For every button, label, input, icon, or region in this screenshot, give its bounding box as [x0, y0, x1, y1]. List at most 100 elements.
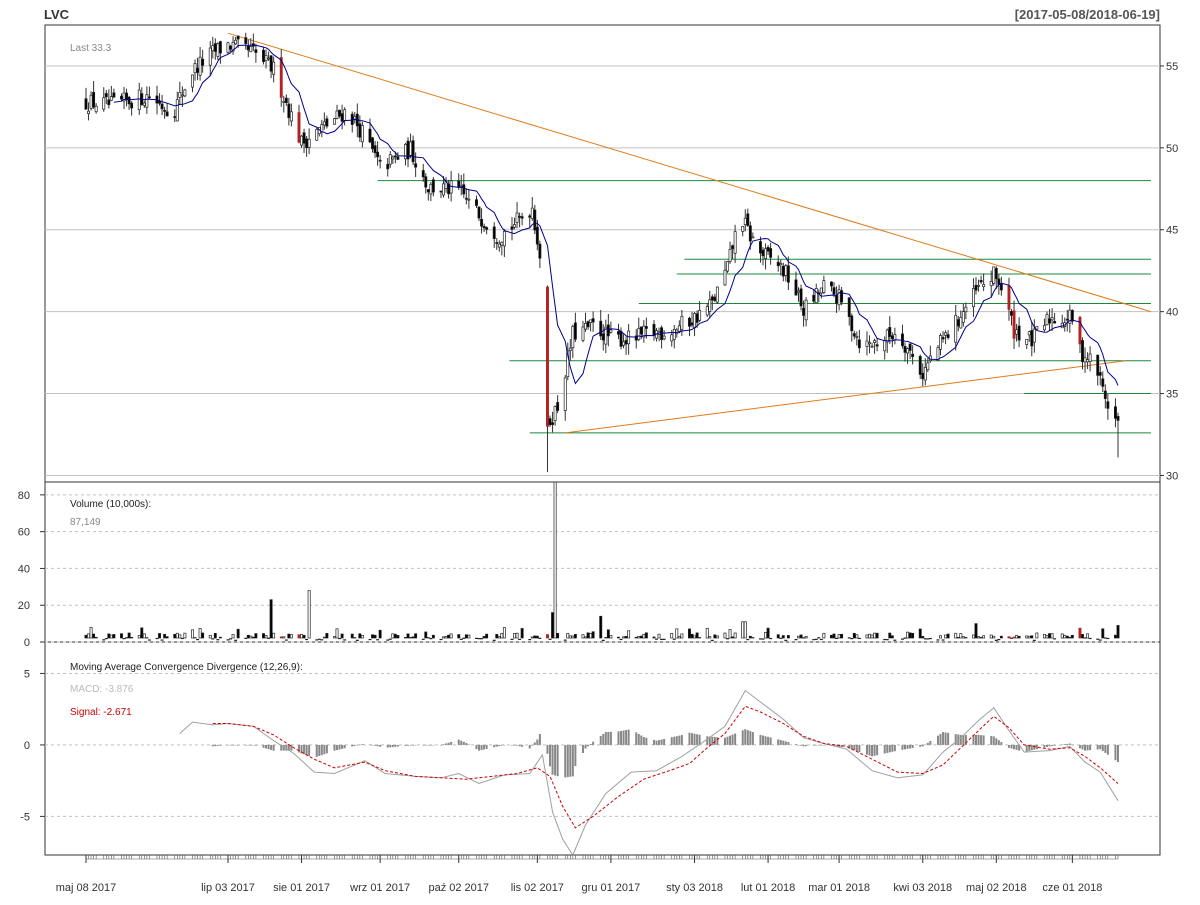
volume-bar — [708, 636, 712, 639]
macd-histogram-bar — [691, 733, 694, 745]
candle-body — [627, 330, 631, 345]
macd-histogram-bar — [252, 744, 255, 746]
volume-bar — [130, 636, 134, 639]
macd-tick-label: 0 — [24, 740, 30, 752]
x-tick-label: lis 02 2017 — [511, 882, 564, 894]
volume-bar — [992, 635, 996, 639]
macd-histogram-bar — [297, 744, 300, 753]
volume-bar — [819, 638, 823, 641]
candle-body — [992, 266, 996, 284]
macd-histogram-bar — [1013, 744, 1016, 750]
macd-histogram-bar — [343, 744, 346, 749]
volume-bar — [690, 633, 694, 639]
volume-bar — [1010, 637, 1013, 639]
volume-bar — [563, 639, 567, 641]
macd-histogram-bar — [660, 739, 663, 745]
macd-histogram-bar — [1035, 744, 1038, 750]
macd-histogram-bar — [1114, 744, 1117, 761]
volume-bar — [282, 636, 286, 639]
candle-body — [193, 63, 197, 74]
volume-bar — [710, 639, 714, 642]
candle-body — [284, 97, 288, 104]
macd-histogram-bar — [1063, 744, 1066, 745]
volume-bar — [125, 637, 129, 639]
macd-histogram-bar — [254, 744, 257, 746]
candle-body — [563, 377, 567, 411]
macd-histogram-bar — [876, 744, 879, 756]
macd-histogram-bar — [673, 736, 676, 745]
macd-histogram-bar — [675, 736, 678, 745]
volume-bar — [657, 633, 661, 639]
volume-bar — [94, 636, 98, 639]
macd-histogram-bar — [868, 744, 871, 756]
candle-body — [759, 241, 762, 254]
volume-bar — [832, 633, 836, 639]
volume-bar — [500, 632, 504, 639]
candle-body — [568, 347, 572, 351]
volume-bar — [462, 637, 466, 639]
volume-bar — [376, 639, 380, 641]
macd-histogram-bar — [713, 736, 716, 745]
volume-bar — [751, 637, 755, 639]
candle-body — [946, 334, 950, 339]
candle-body — [269, 55, 273, 72]
candle-body — [644, 326, 648, 329]
volume-bar — [191, 629, 194, 639]
candle-body — [784, 265, 788, 276]
macd-histogram-bar — [1068, 743, 1071, 745]
volume-bar — [936, 639, 940, 641]
volume-bar — [890, 635, 894, 639]
x-tick-label: mar 01 2018 — [808, 882, 870, 894]
candle-body — [520, 216, 524, 219]
macd-histogram-bar — [1096, 744, 1099, 750]
volume-bar — [944, 634, 948, 639]
macd-histogram-bar — [498, 744, 501, 747]
volume-bar — [371, 634, 374, 639]
volume-bar — [581, 634, 585, 639]
candle-body — [1114, 406, 1117, 419]
volume-bar — [193, 637, 197, 639]
volume-bar — [246, 634, 250, 639]
candle-body — [837, 289, 841, 306]
macd-histogram-bar — [333, 744, 336, 751]
volume-bar — [300, 633, 303, 639]
candle-body — [538, 243, 542, 259]
macd-histogram-bar — [805, 744, 808, 747]
volume-bar — [1043, 633, 1046, 639]
volume-tick-label: 80 — [18, 490, 30, 502]
candle-body — [343, 109, 347, 121]
volume-bar — [1053, 638, 1057, 640]
macd-histogram-bar — [1117, 744, 1119, 763]
candle-body — [249, 46, 253, 53]
candle-body — [822, 280, 826, 293]
macd-histogram-bar — [351, 744, 354, 747]
candle-body — [1103, 390, 1107, 399]
price-tick-label: 30 — [1166, 470, 1178, 482]
macd-histogram-bar — [784, 741, 787, 745]
volume-bar — [784, 639, 788, 641]
candle-body — [236, 35, 240, 40]
volume-bar — [213, 632, 217, 639]
candle-body — [1098, 372, 1102, 376]
macd-histogram-bar — [858, 744, 861, 753]
macd-histogram-bar — [358, 744, 361, 746]
candle-body — [429, 183, 433, 195]
macd-histogram-bar — [262, 744, 265, 748]
volume-bar — [634, 636, 638, 639]
candle-body — [873, 340, 877, 343]
volume-bar — [568, 635, 572, 639]
candle-body — [546, 286, 549, 427]
volume-bar — [142, 633, 146, 639]
candle-body — [378, 159, 382, 162]
candle-body — [741, 226, 745, 232]
price-tick-label: 50 — [1166, 143, 1178, 155]
volume-bar — [639, 635, 643, 639]
volume-bar — [350, 633, 354, 639]
volume-bar — [317, 638, 321, 640]
macd-histogram-bar — [1010, 744, 1013, 749]
volume-bar — [442, 636, 445, 639]
volume-bar — [378, 629, 382, 639]
volume-bar — [426, 637, 430, 639]
candle-body — [338, 109, 342, 117]
volume-bar — [835, 637, 838, 640]
